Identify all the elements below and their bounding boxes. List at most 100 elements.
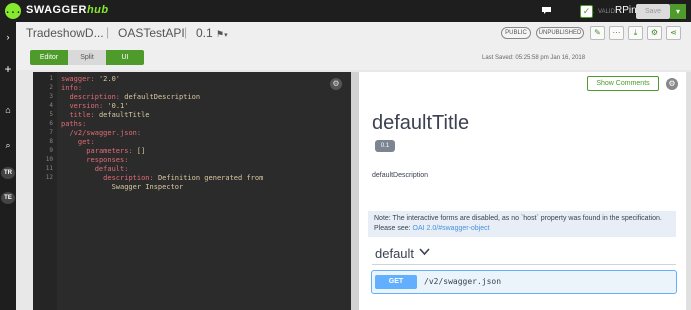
more-options-icon[interactable]: ⋯: [609, 26, 624, 40]
pin-icon[interactable]: ✎: [590, 26, 605, 40]
operation-path: /v2/swagger.json: [424, 277, 502, 286]
yaml-key: version: [69, 102, 99, 110]
yaml-value: '0.1': [107, 102, 129, 110]
code-line: swagger: '2.0': [61, 75, 121, 83]
editor-toolbar: Editor Split UI Last Saved: 05:25:58 pm …: [16, 46, 691, 70]
yaml-key: paths: [61, 120, 83, 128]
create-new-icon[interactable]: +: [0, 62, 16, 76]
breadcrumb-separator: |: [184, 25, 188, 39]
version-label: 0.1: [196, 26, 213, 40]
code-line: Swagger Inspector: [61, 183, 184, 191]
code-line: responses:: [61, 156, 128, 164]
code-line: description: defaultDescription: [61, 93, 200, 101]
yaml-value: Definition generated from: [157, 174, 264, 182]
line-number: 11: [45, 165, 53, 172]
org-avatar-te[interactable]: TE: [1, 192, 15, 204]
line-number: 3: [49, 93, 53, 100]
yaml-value: defaultDescription: [124, 93, 201, 101]
version-selector[interactable]: 0.1 ⚑▾: [196, 26, 228, 40]
settings-icon[interactable]: ⚙: [647, 26, 662, 40]
line-number: 2: [49, 84, 53, 91]
operation-get[interactable]: GET /v2/swagger.json: [371, 270, 677, 294]
breadcrumb-project[interactable]: TradeshowD...: [26, 26, 104, 40]
yaml-key: get: [77, 138, 91, 146]
chevron-down-icon: ▾: [224, 32, 228, 39]
pane-splitter[interactable]: [351, 72, 359, 310]
unpublished-badge[interactable]: UNPUBLISHED: [536, 27, 584, 39]
preview-settings-icon[interactable]: ⚙: [666, 78, 678, 90]
valid-check-icon: ✓: [580, 5, 593, 18]
http-method-badge: GET: [375, 275, 417, 289]
org-avatar-tr[interactable]: TR: [1, 167, 15, 179]
code-line: get:: [61, 138, 95, 146]
api-description: defaultDescription: [372, 172, 429, 179]
last-saved-text: Last Saved: 05:25:58 pm Jan 16, 2018: [482, 55, 586, 61]
bookmark-icon: ⚑: [216, 29, 225, 39]
brand-name[interactable]: SWAGGERhub: [26, 4, 109, 16]
brand-hub-text: hub: [86, 4, 109, 16]
download-icon[interactable]: ⤓: [628, 26, 643, 40]
version-badge: 0.1: [375, 140, 395, 152]
note-link[interactable]: OAI 2.0/#swagger-object: [413, 225, 490, 232]
line-number: 4: [49, 102, 53, 109]
yaml-key: parameters: [86, 147, 129, 155]
api-header: TradeshowD... | OASTestAPI | 0.1 ⚑▾ PUBL…: [16, 22, 691, 46]
line-number: 5: [49, 111, 53, 118]
breadcrumb-separator: |: [106, 25, 110, 39]
line-number: 6: [49, 120, 53, 127]
search-icon[interactable]: ⌕: [0, 138, 16, 152]
yaml-key: responses: [86, 156, 125, 164]
code-line: /v2/swagger.json:: [61, 129, 141, 137]
save-options-chevron-icon[interactable]: ▾: [670, 4, 686, 19]
save-button[interactable]: Save: [636, 4, 670, 19]
line-number: 8: [49, 138, 53, 145]
logo-glyph: {...}: [0, 6, 27, 16]
yaml-key: /v2/swagger.json: [69, 129, 137, 137]
left-sidebar: › + ⌂ ⌕ TR TE: [0, 22, 16, 310]
line-number: 7: [49, 129, 53, 136]
public-badge[interactable]: PUBLIC: [501, 27, 531, 39]
expand-sidebar-icon[interactable]: ›: [0, 30, 16, 44]
code-line: parameters: []: [61, 147, 145, 155]
yaml-value: defaultTitle: [98, 111, 150, 119]
code-line: default:: [61, 165, 129, 173]
tag-default[interactable]: default: [375, 246, 414, 261]
yaml-key: description: [103, 174, 150, 182]
tab-editor[interactable]: Editor: [30, 50, 68, 65]
tab-ui[interactable]: UI: [106, 50, 144, 65]
yaml-value: []: [136, 147, 146, 155]
share-icon[interactable]: ⋖: [666, 26, 681, 40]
yaml-key: title: [69, 111, 91, 119]
yaml-key: swagger: [61, 75, 91, 83]
yaml-value: '2.0': [98, 75, 121, 83]
swaggerhub-app: {...} SWAGGERhub RPinkham23 ▾ › + ⌂ ⌕ TR…: [0, 0, 691, 310]
breadcrumb-api[interactable]: OASTestAPI: [118, 26, 185, 40]
line-number-gutter: 1 2 3 4 5 6 7 8 9 10 11 12: [33, 72, 57, 310]
code-line: version: '0.1': [61, 102, 128, 110]
chat-icon[interactable]: [540, 5, 552, 17]
valid-status: VALID: [598, 9, 615, 15]
divider: [372, 264, 676, 265]
tab-split[interactable]: Split: [68, 50, 106, 65]
swaggerhub-logo-icon[interactable]: {...}: [0, 3, 27, 19]
line-number: 1: [49, 75, 53, 82]
show-comments-button[interactable]: Show Comments: [587, 76, 659, 91]
chevron-down-icon[interactable]: [419, 247, 430, 259]
code-line: description: Definition generated from: [61, 174, 263, 182]
code-line: info:: [61, 84, 83, 92]
preview-scrollbar[interactable]: [686, 72, 691, 310]
yaml-key: info: [61, 84, 78, 92]
home-icon[interactable]: ⌂: [0, 103, 16, 117]
yaml-key: default: [94, 165, 125, 173]
code-line: title: defaultTitle: [61, 111, 150, 119]
editor-settings-icon[interactable]: ⚙: [330, 78, 342, 90]
yaml-key: description: [69, 93, 116, 101]
yaml-editor[interactable]: 1 2 3 4 5 6 7 8 9 10 11 12 swagger: '2.0' info: desc…: [33, 72, 351, 310]
code-line: paths:: [61, 120, 87, 128]
host-note: Note: The interactive forms are disabled…: [368, 211, 676, 237]
